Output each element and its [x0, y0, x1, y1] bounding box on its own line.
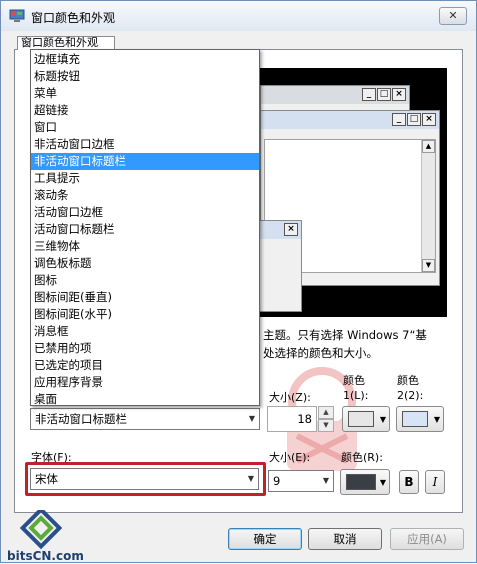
list-item[interactable]: 应用程序背景 — [31, 374, 259, 391]
description-line-1: 主题。只有选择 Windows 7“基 — [263, 328, 427, 342]
list-item[interactable]: 工具提示 — [31, 170, 259, 187]
appearance-preview: _ □ × _ □ × ▲ ▼ × — [256, 68, 447, 317]
bitscn-logo: bitsCN.com — [7, 510, 84, 563]
list-item[interactable]: 活动窗口边框 — [31, 204, 259, 221]
title-bar: 窗口颜色和外观 ✕ — [1, 1, 476, 31]
preview-active-caption: _ □ × — [261, 111, 439, 129]
cancel-button[interactable]: 取消 — [308, 528, 382, 550]
list-item[interactable]: 非活动窗口边框 — [31, 136, 259, 153]
font-size-combo[interactable]: 9 ▼ — [268, 470, 334, 492]
chevron-down-icon: ▼ — [379, 478, 386, 487]
preview-scrollbar: ▲ ▼ — [421, 140, 435, 272]
display-settings-icon — [9, 9, 25, 22]
item-size-stepper[interactable]: ▲ ▼ — [318, 406, 334, 432]
font-color-label: 颜色(R): — [341, 451, 383, 464]
list-item[interactable]: 图标间距(水平) — [31, 306, 259, 323]
list-item[interactable]: 超链接 — [31, 102, 259, 119]
ok-button[interactable]: 确定 — [228, 528, 302, 550]
chevron-down-icon: ▼ — [379, 415, 386, 424]
list-item[interactable]: 桌面 — [31, 391, 259, 408]
preview-maximize-icon: □ — [407, 113, 421, 126]
preview-message-caption: × — [259, 221, 301, 239]
list-item[interactable]: 已禁用的项 — [31, 340, 259, 357]
spin-down-icon[interactable]: ▼ — [318, 419, 334, 432]
chevron-down-icon: ▼ — [248, 414, 255, 423]
font-color-button[interactable]: ▼ — [340, 469, 390, 495]
scroll-up-icon: ▲ — [422, 140, 435, 153]
item-color1-swatch — [348, 411, 374, 427]
font-size-label: 大小(E): — [269, 451, 311, 464]
list-item[interactable]: 活动窗口标题栏 — [31, 221, 259, 238]
list-item[interactable]: 滚动条 — [31, 187, 259, 204]
chevron-down-icon: ▼ — [433, 415, 440, 424]
item-color1-label-bottom: 1(L): — [343, 389, 369, 402]
item-color1-label-top: 颜色 — [343, 374, 365, 387]
preview-minimize-icon: _ — [362, 88, 376, 101]
list-item[interactable]: 调色板标题 — [31, 255, 259, 272]
italic-button[interactable]: I — [425, 470, 445, 494]
list-item[interactable]: 已选定的项目 — [31, 357, 259, 374]
list-item[interactable]: 窗口 — [31, 119, 259, 136]
item-color2-label-top: 颜色 — [397, 374, 419, 387]
list-item[interactable]: 边框填充 — [31, 51, 259, 68]
item-color2-label-bottom: 2(2): — [397, 389, 424, 402]
preview-close-icon: × — [392, 88, 406, 101]
list-item[interactable]: 图标 — [31, 272, 259, 289]
list-item[interactable]: 标题按钮 — [31, 68, 259, 85]
chevron-down-icon: ▼ — [322, 476, 329, 485]
preview-minimize-icon: _ — [392, 113, 406, 126]
font-size-value: 9 — [273, 474, 281, 488]
item-size-input[interactable]: 18 — [267, 406, 317, 432]
window-title: 窗口颜色和外观 — [31, 11, 116, 25]
list-item[interactable]: 消息框 — [31, 323, 259, 340]
chevron-down-icon: ▼ — [247, 474, 254, 483]
list-item[interactable]: 非活动窗口标题栏 — [31, 153, 259, 170]
item-color1-button[interactable]: ▼ — [342, 406, 390, 432]
preview-message-box: × — [258, 220, 302, 312]
tab-window-color[interactable]: 窗口颜色和外观 — [17, 36, 115, 50]
item-color2-swatch — [402, 411, 428, 427]
font-combo[interactable]: 宋体 ▼ — [30, 468, 259, 490]
item-combo-value: 非活动窗口标题栏 — [35, 412, 127, 426]
scroll-down-icon: ▼ — [422, 259, 435, 272]
dialog-window: 窗口颜色和外观 ✕ 窗口颜色和外观 _ □ × _ □ × ▲ ▼ × 主题。只… — [0, 0, 477, 563]
spin-up-icon[interactable]: ▲ — [318, 406, 334, 419]
item-dropdown-list[interactable]: 边框填充 标题按钮 菜单 超链接 窗口 非活动窗口边框 非活动窗口标题栏 工具提示 滚动条 活动窗… — [30, 49, 260, 406]
font-combo-value: 宋体 — [35, 472, 58, 486]
preview-inactive-caption: _ □ × — [261, 86, 409, 104]
bold-button[interactable]: B — [399, 470, 419, 494]
list-item[interactable]: 图标间距(垂直) — [31, 289, 259, 306]
font-color-swatch — [346, 474, 376, 490]
preview-maximize-icon: □ — [377, 88, 391, 101]
item-size-label: 大小(Z): — [269, 391, 311, 404]
list-item[interactable]: 三维物体 — [31, 238, 259, 255]
close-button[interactable]: ✕ — [439, 7, 467, 25]
preview-close-icon: × — [284, 223, 298, 236]
item-combo[interactable]: 非活动窗口标题栏 ▼ — [30, 408, 260, 430]
list-item[interactable]: 菜单 — [31, 85, 259, 102]
preview-close-icon: × — [422, 113, 436, 126]
apply-button[interactable]: 应用(A) — [390, 528, 464, 550]
item-color2-button[interactable]: ▼ — [396, 406, 444, 432]
logo-text: bitsCN.com — [7, 549, 84, 563]
